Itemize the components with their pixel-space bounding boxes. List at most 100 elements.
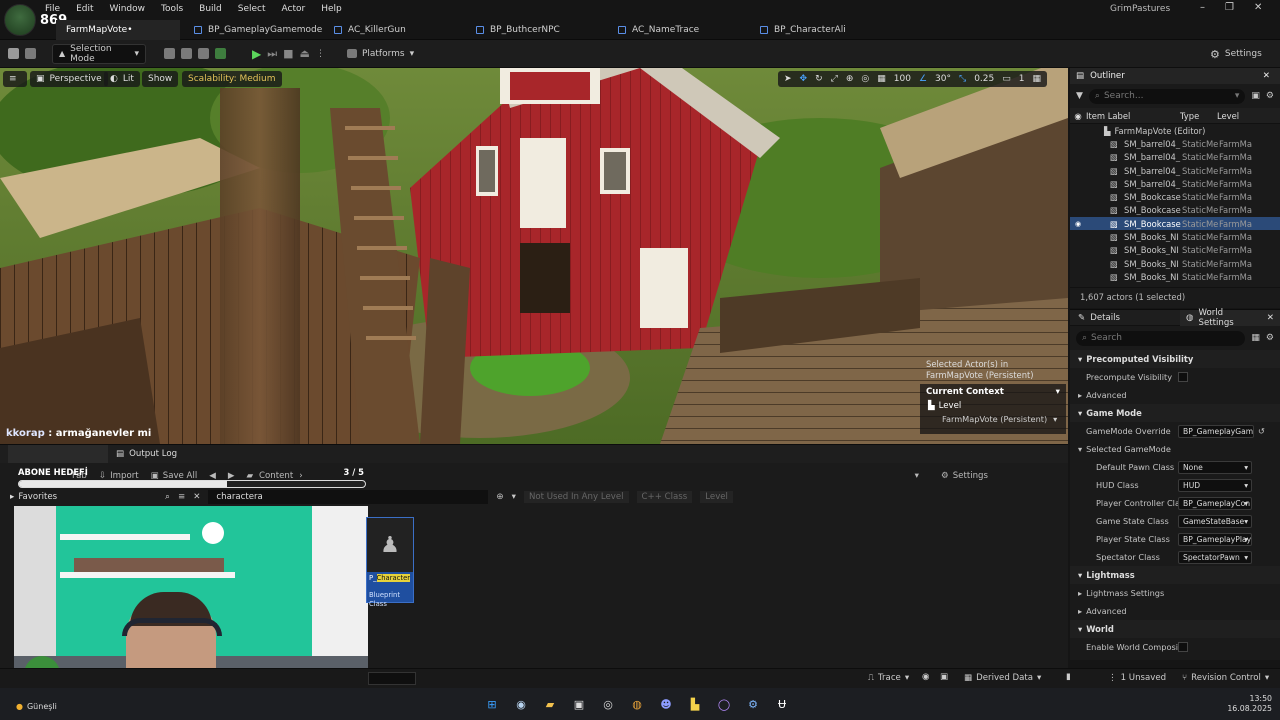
- scale-snap-value[interactable]: 0.25: [974, 74, 994, 84]
- column-item-label[interactable]: Item Label: [1086, 111, 1180, 121]
- record-icon[interactable]: ◉: [922, 672, 930, 682]
- outliner-row[interactable]: ▧ SM_barrel04_ StaticMe FarmMa: [1070, 177, 1280, 190]
- outliner-row[interactable]: ▧ SM_Books_NI StaticMe FarmMa: [1070, 270, 1280, 283]
- lit-button[interactable]: ◐ Lit: [104, 71, 140, 87]
- select-icon[interactable]: ➤: [784, 74, 792, 84]
- table-view-icon[interactable]: ▦: [1251, 333, 1260, 343]
- gamemode-override-dropdown[interactable]: BP_GameplayGam: [1178, 424, 1254, 438]
- filter-not-used[interactable]: Not Used In Any Level: [523, 491, 629, 503]
- filter-icon[interactable]: ≡: [178, 492, 185, 502]
- tab-bp-gameplaygamemode[interactable]: BP_GameplayGamemode: [184, 20, 332, 40]
- column-type[interactable]: Type: [1180, 111, 1217, 121]
- tab-bp-characterali[interactable]: BP_CharacterAli: [750, 20, 856, 40]
- outliner-row[interactable]: ▧ SM_Bookcase StaticMe FarmMa: [1070, 190, 1280, 203]
- revision-control-button[interactable]: ⑂ Revision Control ▾: [1182, 673, 1269, 683]
- filter-level[interactable]: Level: [700, 491, 733, 503]
- system-clock[interactable]: 13:50 16.08.2025: [1222, 694, 1272, 714]
- rotate-icon[interactable]: ↻: [815, 74, 823, 84]
- step-icon[interactable]: ⏭: [267, 47, 277, 61]
- transform-tools[interactable]: ➤ ✥ ↻ ⤢ ⊕ ◎ ▦ 100 ∠ 30° ⤡ 0.25 ▭ 1 ▦: [778, 71, 1047, 87]
- layout-icon[interactable]: ▦: [1032, 74, 1041, 84]
- section-precomputed-visibility[interactable]: ▾ Precomputed Visibility: [1070, 350, 1280, 368]
- property-dropdown[interactable]: HUD ▾: [1178, 478, 1252, 492]
- steam-icon[interactable]: ◉: [511, 694, 531, 714]
- camera-speed-value[interactable]: 1: [1019, 74, 1025, 84]
- outliner-row[interactable]: ▧ SM_barrel04_ StaticMe FarmMa: [1070, 164, 1280, 177]
- section-advanced-2[interactable]: ▸ Advanced: [1070, 602, 1280, 620]
- new-folder-icon[interactable]: ▣: [1251, 91, 1260, 101]
- enable-world-checkbox[interactable]: [1178, 642, 1188, 652]
- section-lightmass[interactable]: ▾ Lightmass: [1070, 566, 1280, 584]
- close-icon[interactable]: ✕: [1267, 313, 1274, 323]
- selection-mode-button[interactable]: ▲ Selection Mode ▾: [52, 43, 146, 64]
- chevron-down-icon[interactable]: ▾: [512, 492, 516, 502]
- tab-farmmapvote[interactable]: FarmMapVote•: [56, 20, 180, 40]
- content-browser-icon[interactable]: [25, 48, 36, 59]
- weather-widget[interactable]: ● Güneşli: [16, 702, 57, 711]
- media-app-icon[interactable]: ▣: [569, 694, 589, 714]
- outliner-search-input[interactable]: ⌕ Search... ▾: [1088, 88, 1246, 104]
- visibility-icon[interactable]: ◉: [1070, 111, 1086, 121]
- filter-icon[interactable]: ▼: [1076, 91, 1083, 101]
- settings-button[interactable]: ⚙ Settings: [1204, 44, 1268, 64]
- menu-window[interactable]: Window: [110, 4, 146, 14]
- asset-tile-bp-character[interactable]: ♟ P_Character Blueprint Class: [366, 517, 414, 608]
- platforms-button[interactable]: Platforms ▾: [341, 44, 420, 64]
- derived-data-button[interactable]: ▦ Derived Data ▾: [964, 673, 1041, 683]
- filter-cpp-class[interactable]: C++ Class: [636, 491, 693, 503]
- chevron-down-icon[interactable]: ▾: [1056, 387, 1060, 397]
- grid-snap-icon[interactable]: ▦: [877, 74, 886, 84]
- property-dropdown[interactable]: SpectatorPawn ▾: [1178, 550, 1252, 564]
- outliner-row[interactable]: ▧ SM_Books_NI StaticMe FarmMa: [1070, 230, 1280, 243]
- stop-icon[interactable]: ■: [283, 47, 293, 60]
- chevron-down-icon[interactable]: ▾: [915, 471, 919, 481]
- viewport-menu[interactable]: ≡: [3, 71, 27, 87]
- camera-speed-icon[interactable]: ▭: [1002, 74, 1011, 84]
- trace-button[interactable]: ⎍ Trace ▾: [868, 673, 909, 683]
- unreal-engine-icon[interactable]: Ʉ: [772, 694, 792, 714]
- angle-snap-value[interactable]: 30°: [935, 74, 951, 84]
- blueprint-menu-icon[interactable]: [181, 48, 192, 59]
- precompute-visibility-checkbox[interactable]: [1178, 372, 1188, 382]
- outliner-row[interactable]: ▧ SM_barrel04_ StaticMe FarmMa: [1070, 151, 1280, 164]
- section-selected-gamemode[interactable]: ▾ Selected GameMode: [1070, 440, 1280, 458]
- menu-tools[interactable]: Tools: [161, 4, 183, 14]
- menu-help[interactable]: Help: [321, 4, 342, 14]
- favorites-header[interactable]: ▸ Favorites ⌕: [10, 492, 170, 502]
- github-icon[interactable]: ◯: [714, 694, 734, 714]
- browser-settings-button[interactable]: ⚙ Settings: [941, 471, 988, 481]
- unsaved-button[interactable]: ⋮ 1 Unsaved: [1108, 673, 1166, 683]
- add-actor-icon[interactable]: [164, 48, 175, 59]
- close-icon[interactable]: ✕: [1254, 2, 1262, 13]
- world-icon[interactable]: ⊕: [846, 74, 854, 84]
- tab-world-settings[interactable]: ◍ World Settings ✕: [1180, 308, 1280, 328]
- obs-icon[interactable]: ◎: [598, 694, 618, 714]
- tab-ac-nametrace[interactable]: AC_NameTrace: [608, 20, 709, 40]
- menu-build[interactable]: Build: [199, 4, 222, 14]
- show-button[interactable]: Show: [142, 71, 179, 87]
- cinematics-icon[interactable]: [198, 48, 209, 59]
- section-world[interactable]: ▾ World: [1070, 620, 1280, 638]
- modes-icon[interactable]: [215, 48, 226, 59]
- section-advanced[interactable]: ▸ Advanced: [1070, 386, 1280, 404]
- reset-icon[interactable]: ↺: [1258, 426, 1265, 436]
- outliner-row[interactable]: ▧ SM_Bookcase StaticMe FarmMa: [1070, 204, 1280, 217]
- property-dropdown[interactable]: GameStateBase ▾: [1178, 514, 1252, 528]
- outliner-root[interactable]: ▙ FarmMapVote (Editor): [1070, 124, 1280, 137]
- tab-ac-killergun[interactable]: AC_KillerGun: [324, 20, 416, 40]
- outliner-row[interactable]: ▧ SM_Books_NI StaticMe FarmMa: [1070, 244, 1280, 257]
- details-search-input[interactable]: ⌕ Search: [1076, 330, 1246, 346]
- search-icon[interactable]: ⌕: [165, 492, 170, 502]
- eject-icon[interactable]: ⏏: [300, 47, 310, 60]
- outliner-row[interactable]: ▧ SM_Books_NI StaticMe FarmMa: [1070, 257, 1280, 270]
- menu-select[interactable]: Select: [238, 4, 266, 14]
- gear-icon[interactable]: ⚙: [1266, 333, 1274, 343]
- level-dropdown[interactable]: FarmMapVote (Persistent) ▾: [920, 412, 1066, 424]
- scale-icon[interactable]: ⤢: [831, 74, 838, 84]
- perspective-button[interactable]: ▣ Perspective: [30, 71, 108, 87]
- settings-app-icon[interactable]: ⚙: [743, 694, 763, 714]
- maximize-icon[interactable]: ❐: [1225, 2, 1234, 13]
- tab-bp-buthcernpc[interactable]: BP_ButhcerNPC: [466, 20, 570, 40]
- outliner-row[interactable]: ◉ ▧ SM_Bookcase StaticMe FarmMa: [1070, 217, 1280, 231]
- menu-edit[interactable]: Edit: [76, 4, 93, 14]
